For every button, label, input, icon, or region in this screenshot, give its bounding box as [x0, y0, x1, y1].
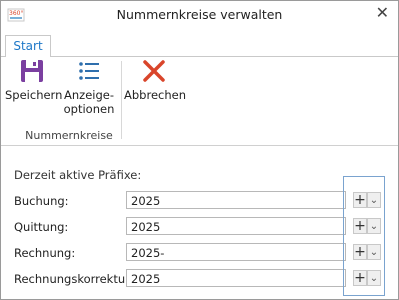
tab-start[interactable]: Start [5, 35, 51, 58]
prefix-input-rechnungskorrektur[interactable]: 2025 [126, 269, 346, 287]
prefix-label: Rechnungskorrektur: [14, 272, 134, 286]
ribbon-tab-bar: Start [1, 33, 398, 58]
section-title: Derzeit aktive Präfixe: [14, 168, 142, 182]
title-bar: 360° Nummernkreise verwalten ✕ [1, 1, 398, 31]
save-button[interactable]: Speichern [5, 57, 63, 102]
display-options-label-line2: optionen [63, 102, 115, 116]
list-icon [79, 62, 99, 80]
save-button-label: Speichern [5, 88, 63, 102]
window-title: Nummernkreise verwalten [116, 7, 283, 22]
save-icon [21, 60, 43, 82]
cancel-icon [143, 60, 165, 82]
dialog-window: 360° Nummernkreise verwalten ✕ Start Spe… [0, 0, 399, 300]
ribbon-group-label: Nummernkreise [25, 129, 113, 142]
prefix-input-quittung[interactable]: 2025 [126, 217, 346, 235]
prefix-input-rechnung[interactable]: 2025- [126, 243, 346, 261]
ribbon: Speichern Anzeige- optionen Abbrechen Nu… [1, 57, 398, 146]
prefix-input-buchung[interactable]: 2025 [126, 191, 346, 209]
cancel-button[interactable]: Abbrechen [124, 57, 186, 102]
cancel-button-label: Abbrechen [124, 88, 186, 102]
prefix-label: Buchung: [14, 194, 69, 208]
close-icon[interactable]: ✕ [376, 4, 389, 22]
display-options-button[interactable]: Anzeige- optionen [61, 57, 117, 116]
ribbon-separator [121, 61, 122, 139]
highlight-frame [343, 176, 385, 296]
display-options-label-line1: Anzeige- [64, 88, 114, 102]
prefix-label: Quittung: [14, 220, 69, 234]
prefix-label: Rechnung: [14, 246, 76, 260]
